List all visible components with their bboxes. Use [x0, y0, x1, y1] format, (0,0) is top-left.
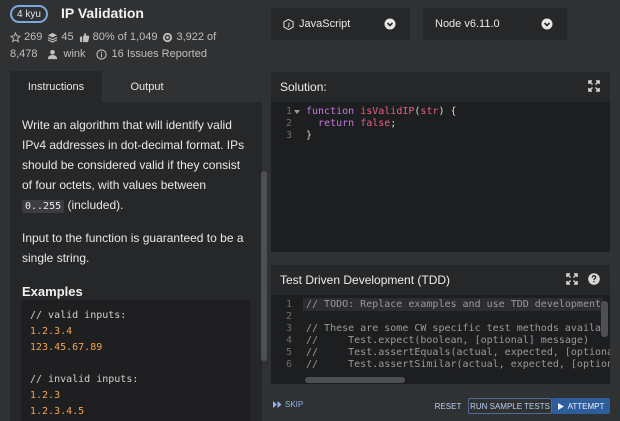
solution-code: function isValidIP(str) { return false;} — [306, 106, 457, 142]
layers-icon — [48, 32, 58, 43]
code-line: // Test.assertEquals(actual, expected, [… — [306, 347, 610, 358]
language-label: JavaScript — [299, 18, 351, 30]
stars-stat[interactable]: 269 — [10, 31, 42, 43]
tdd-header: Test Driven Development (TDD) — [271, 265, 610, 295]
rank-badge: 4 kyu — [10, 5, 48, 23]
example-line: 1.2.3.4.5 — [30, 406, 85, 417]
satisfaction-stat: 80% of 1,049 — [79, 31, 158, 43]
target-icon — [163, 32, 173, 42]
line-number: 1 — [285, 299, 292, 310]
run-sample-tests-button[interactable]: RUN SAMPLE TESTS — [468, 398, 552, 414]
line-number: 3 — [285, 130, 292, 141]
solution-title: Solution: — [280, 80, 327, 94]
tdd-editor[interactable]: 1 2 3 4 5 6 // TODO: Replace examples an… — [271, 295, 610, 384]
chevron-down-icon — [541, 18, 553, 30]
instructions-paragraph: Write an algorithm that will identify va… — [22, 115, 250, 217]
skip-button[interactable]: SKIP — [273, 400, 303, 409]
solution-header: Solution: — [271, 72, 610, 102]
line-number: 2 — [285, 118, 292, 129]
version-select[interactable]: Node v6.11.0 — [423, 8, 567, 40]
range-code: 0..255 — [22, 200, 65, 213]
tdd-code: // TODO: Replace examples and use TDD de… — [306, 299, 610, 371]
expand-icon[interactable] — [588, 80, 600, 92]
instructions-text: Write an algorithm that will identify va… — [22, 118, 245, 192]
skip-label: SKIP — [285, 400, 304, 409]
satisfaction-value: 80% of 1,049 — [92, 31, 158, 43]
line-number: 6 — [285, 359, 292, 370]
thumbs-up-icon — [79, 32, 89, 42]
code-line: return false; — [318, 118, 397, 129]
stats-line: 269 45 80% of 1,049 3,922 of — [10, 31, 221, 43]
line-number: 5 — [285, 347, 292, 358]
fast-forward-icon — [273, 401, 282, 408]
examples-comment: // valid inputs: — [30, 310, 127, 321]
tdd-title: Test Driven Development (TDD) — [280, 273, 451, 287]
code-line: } — [306, 130, 313, 141]
issues-count: 16 Issues Reported — [111, 48, 207, 60]
examples-heading: Examples — [22, 284, 83, 299]
instructions-scrollbar[interactable] — [261, 171, 267, 361]
expand-icon[interactable] — [566, 273, 578, 285]
chevron-down-icon — [384, 18, 396, 30]
issues-stat[interactable]: 16 Issues Reported — [95, 48, 207, 60]
fold-arrow-icon[interactable] — [294, 109, 300, 115]
code-line: ​ — [306, 311, 610, 323]
stats-line: 8,478 wink 16 Issues Reported — [10, 48, 212, 60]
stars-count: 269 — [24, 31, 43, 43]
info-icon — [95, 48, 107, 60]
line-number: 2 — [285, 311, 292, 322]
attempt-label: ATTEMPT — [567, 401, 605, 411]
play-icon — [557, 402, 564, 410]
example-line: 123.45.67.89 — [30, 342, 103, 353]
tab-output[interactable]: Output — [102, 71, 192, 102]
star-icon — [10, 31, 21, 43]
user-icon — [47, 49, 57, 59]
reset-button[interactable]: RESET — [432, 398, 464, 414]
code-line: // TODO: Replace examples and use TDD de… — [306, 299, 602, 310]
instructions-panel: Instructions Output Write an algorithm t… — [10, 71, 267, 421]
instructions-paragraph: Input to the function is guaranteed to b… — [22, 231, 244, 265]
tdd-horizontal-scrollbar[interactable] — [305, 377, 405, 383]
attempt-button[interactable]: ATTEMPT — [552, 398, 610, 414]
instructions-body: Write an algorithm that will identify va… — [22, 115, 250, 302]
completed-stat: 3,922 of — [162, 31, 216, 43]
code-line: function isValidIP(str) { — [306, 106, 457, 117]
line-numbers: 1 2 3 4 5 6 — [271, 299, 301, 371]
author-stat[interactable]: wink — [47, 48, 86, 60]
examples-code-block: // valid inputs: 1.2.3.4 123.45.67.89 //… — [21, 300, 250, 421]
code-line: // These are some CW specific test metho… — [306, 323, 608, 334]
language-select[interactable]: JavaScript — [271, 8, 410, 40]
examples-comment: // invalid inputs: — [30, 374, 139, 385]
completed-value: 3,922 of — [176, 31, 217, 43]
action-bar: SKIP RESET RUN SAMPLE TESTS ATTEMPT — [262, 392, 620, 421]
author-name: wink — [63, 48, 86, 60]
tab-bar: Instructions Output — [10, 71, 262, 102]
code-line: // Test.expect(boolean, [optional] messa… — [306, 335, 589, 346]
kata-header: 4 kyu IP Validation 269 45 80% of 1,049 … — [0, 0, 262, 70]
example-line: 1.2.3 — [30, 390, 61, 401]
completed-total: 8,478 — [10, 48, 38, 60]
collections-count: 45 — [61, 31, 74, 43]
tdd-vertical-scrollbar[interactable] — [601, 301, 608, 337]
tab-instructions[interactable]: Instructions — [10, 71, 102, 102]
code-line: // Test.assertSimilar(actual, expected, … — [306, 359, 610, 370]
solution-editor[interactable]: 1 2 3 function isValidIP(str) { return f… — [271, 102, 610, 252]
instructions-text: (included). — [64, 198, 124, 212]
line-number: 3 — [285, 323, 292, 334]
javascript-icon — [283, 18, 294, 30]
version-label: Node v6.11.0 — [435, 18, 500, 30]
line-number: 4 — [285, 335, 292, 346]
help-icon[interactable] — [588, 273, 600, 285]
example-line: 1.2.3.4 — [30, 326, 73, 337]
collections-stat[interactable]: 45 — [47, 31, 74, 43]
kata-title: IP Validation — [61, 5, 144, 21]
